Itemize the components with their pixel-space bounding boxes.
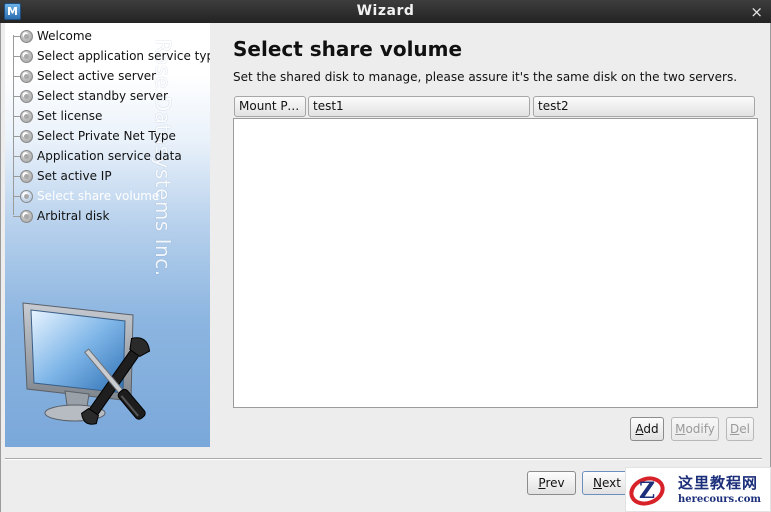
step-bullet-icon (20, 209, 33, 223)
wizard-step-item[interactable]: Arbitral disk (5, 206, 210, 226)
wizard-step-label: Select share volume (37, 189, 160, 203)
tree-connector (13, 156, 20, 157)
prev-button[interactable]: Prev (527, 471, 576, 495)
step-bullet-icon (20, 29, 33, 43)
tree-connector (13, 36, 20, 37)
share-volume-table-header: Mount Po... test1 test2 (234, 96, 756, 117)
wizard-step-item[interactable]: Application service data (5, 146, 210, 166)
wizard-step-item[interactable]: Welcome (5, 26, 210, 46)
wizard-steps-list: Welcome Select application service type Se… (5, 26, 210, 226)
column-header-test2[interactable]: test2 (533, 96, 755, 117)
wizard-step-label: Arbitral disk (37, 209, 110, 223)
close-icon[interactable]: × (750, 3, 763, 21)
wizard-step-label: Application service data (37, 149, 182, 163)
add-label-rest: dd (643, 422, 659, 436)
wizard-step-item[interactable]: Select share volume (5, 186, 210, 206)
del-button[interactable]: Del (726, 417, 754, 441)
window-title: Wizard (356, 3, 415, 19)
wizard-step-label: Select Private Net Type (37, 129, 176, 143)
step-bullet-icon (20, 49, 33, 63)
wizard-step-label: Welcome (37, 29, 92, 43)
wizard-step-item[interactable]: Select Private Net Type (5, 126, 210, 146)
title-bar: M Wizard × (0, 0, 771, 23)
step-bullet-icon (20, 189, 33, 203)
tree-connector (13, 116, 20, 117)
tree-connector (13, 136, 20, 137)
watermark-cn-text: 这里教程网 (678, 474, 759, 492)
column-header-test1[interactable]: test1 (308, 96, 530, 117)
wizard-step-item[interactable]: Set active IP (5, 166, 210, 186)
modify-button[interactable]: Modify (671, 417, 719, 441)
wizard-steps-sidebar: Rose Datasystems Inc. Welcome Select appl… (5, 23, 210, 447)
watermark-logo-letter: Z (639, 478, 655, 504)
del-label-rest: el (739, 422, 750, 436)
monitor-tools-icon (22, 302, 151, 425)
watermark-en-text: herecours.com (678, 494, 762, 505)
site-watermark: Z 这里教程网 herecours.com (625, 467, 771, 512)
tree-connector (13, 196, 20, 197)
wizard-step-item[interactable]: Select standby server (5, 86, 210, 106)
wizard-step-item[interactable]: Select application service type (5, 46, 210, 66)
tree-connector (13, 216, 20, 217)
modify-mnemonic: M (675, 422, 686, 436)
watermark-logo-icon: Z (629, 476, 665, 506)
step-bullet-icon (20, 149, 33, 163)
step-bullet-icon (20, 169, 33, 183)
wizard-step-label: Set active IP (37, 169, 112, 183)
step-bullet-icon (20, 69, 33, 83)
column-header-mount-point[interactable]: Mount Po... (234, 96, 306, 117)
wizard-step-item[interactable]: Set license (5, 106, 210, 126)
wizard-step-label: Select active server (37, 69, 157, 83)
prev-label-rest: rev (545, 476, 565, 490)
next-label-rest: ext (602, 476, 621, 490)
step-bullet-icon (20, 109, 33, 123)
wizard-step-label: Set license (37, 109, 103, 123)
wizard-step-label: Select application service type (37, 49, 210, 63)
page-description: Set the shared disk to manage, please as… (233, 70, 738, 84)
wizard-window: Rose Datasystems Inc. Welcome Select appl… (0, 23, 771, 512)
step-bullet-icon (20, 129, 33, 143)
step-bullet-icon (20, 89, 33, 103)
modify-label-rest: odify (685, 422, 715, 436)
tree-connector (13, 76, 20, 77)
page-title: Select share volume (233, 37, 463, 61)
wizard-step-item[interactable]: Select active server (5, 66, 210, 86)
tree-connector (13, 96, 20, 97)
footer-separator (5, 458, 762, 460)
wizard-step-label: Select standby server (37, 89, 168, 103)
add-button[interactable]: Add (630, 417, 664, 441)
del-mnemonic: D (730, 422, 740, 436)
share-volume-table[interactable] (233, 118, 758, 408)
tree-connector (13, 176, 20, 177)
next-mnemonic: N (593, 476, 602, 490)
tree-connector (13, 56, 20, 57)
